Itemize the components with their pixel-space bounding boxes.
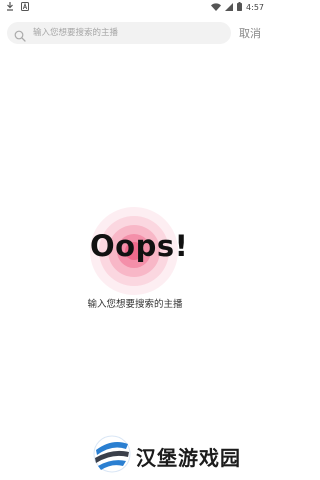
status-bar: 4:57 <box>0 0 270 14</box>
watermark-logo-icon <box>92 432 132 476</box>
watermark-text: 汉堡游戏园 <box>136 446 241 470</box>
battery-icon <box>237 2 243 13</box>
empty-state-message: 输入您想要搜索的主播 <box>87 299 183 310</box>
status-time: 4:57 <box>246 3 264 12</box>
search-box[interactable] <box>7 22 231 44</box>
watermark: 汉堡游戏园 <box>92 432 262 476</box>
notification-a-icon <box>21 2 29 13</box>
oops-title: Oops! <box>90 229 189 263</box>
wifi-icon <box>211 2 222 13</box>
signal-icon <box>225 2 234 13</box>
search-icon <box>14 27 26 42</box>
download-icon <box>6 2 14 13</box>
search-input[interactable] <box>33 24 223 42</box>
cancel-button[interactable]: 取消 <box>239 25 261 41</box>
search-row: 取消 <box>0 22 270 44</box>
